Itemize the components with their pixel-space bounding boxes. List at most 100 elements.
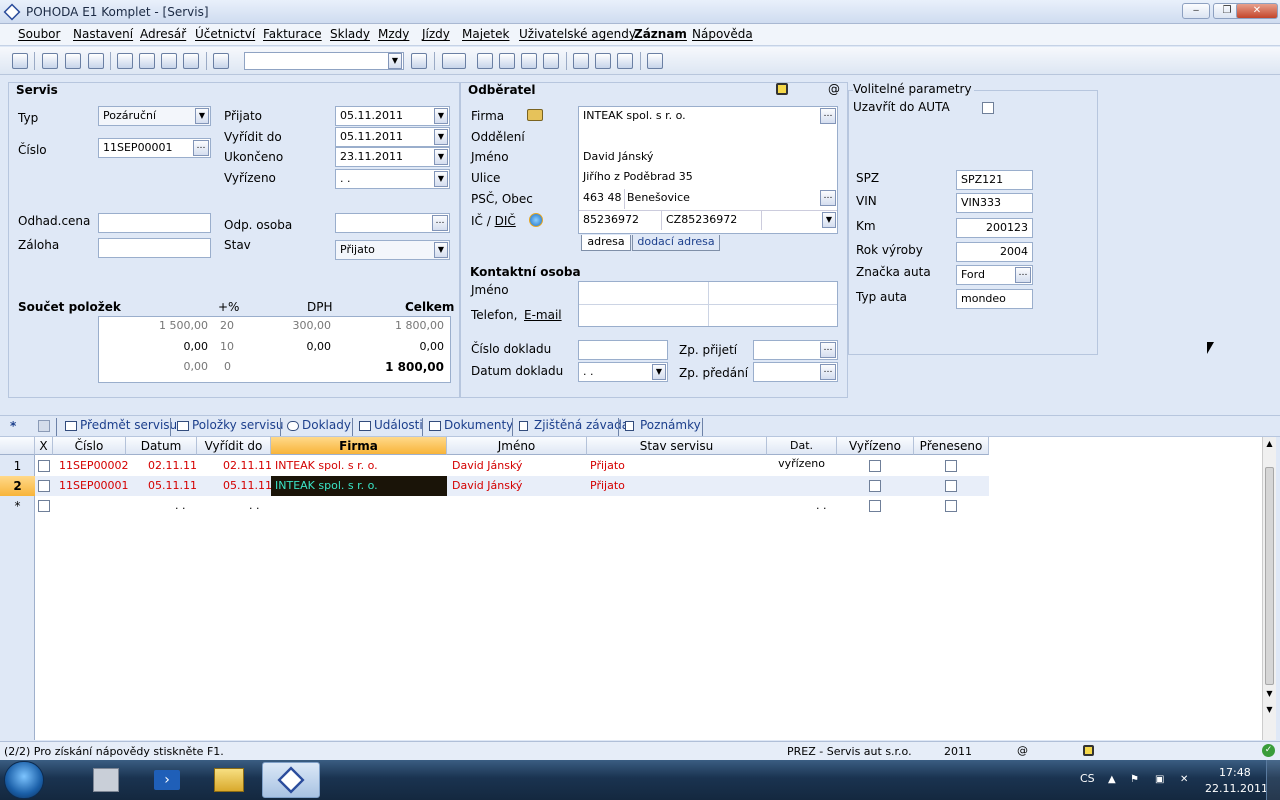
chevron-down-icon[interactable]: ▼: [822, 212, 836, 228]
column-header-datum[interactable]: Datum: [126, 437, 197, 455]
language-indicator[interactable]: CS: [1080, 772, 1095, 785]
clock-time[interactable]: 17:48: [1219, 766, 1251, 779]
vyrizeno-checkbox[interactable]: [869, 460, 881, 472]
stav-select[interactable]: Přijato ▼: [335, 240, 450, 260]
typ-auta-field[interactable]: mondeo: [956, 289, 1033, 309]
datum-dokladu-field[interactable]: . . ▼: [578, 362, 668, 382]
tab-polozky-servisu[interactable]: Položky servisu: [174, 418, 283, 436]
ellipsis-icon[interactable]: …: [432, 215, 448, 231]
edit-icon[interactable]: [139, 53, 155, 69]
folder-icon[interactable]: [442, 53, 466, 69]
tab-udalosti[interactable]: Události: [356, 418, 423, 436]
vyrizeno-checkbox[interactable]: [869, 480, 881, 492]
filter-icon[interactable]: [411, 53, 427, 69]
show-desktop-button[interactable]: [1266, 760, 1280, 800]
clock-date[interactable]: 22.11.2011: [1205, 782, 1268, 795]
scroll-top-icon[interactable]: ▲: [1263, 439, 1276, 453]
lock-icon[interactable]: [1083, 745, 1094, 756]
firma-field[interactable]: INTEAK spol. s r. o.…: [579, 107, 837, 127]
select-icon[interactable]: [12, 53, 28, 69]
oddeleni-field[interactable]: [579, 127, 837, 147]
tab-dokumenty[interactable]: Dokumenty: [426, 418, 513, 436]
print-preview-icon[interactable]: [88, 53, 104, 69]
vin-field[interactable]: VIN333: [956, 193, 1033, 213]
vyridit-date[interactable]: 05.11.2011 ▼: [335, 127, 450, 147]
minimize-button[interactable]: ‒: [1182, 3, 1210, 19]
prijato-date[interactable]: 05.11.2011 ▼: [335, 106, 450, 126]
menu-soubor[interactable]: Soubor: [18, 27, 60, 41]
save-icon[interactable]: [161, 53, 177, 69]
address-book-icon[interactable]: [527, 109, 543, 121]
row-checkbox[interactable]: [38, 460, 50, 472]
ellipsis-icon[interactable]: …: [193, 140, 209, 156]
row-number-selected[interactable]: 2: [0, 476, 35, 496]
coins-icon[interactable]: [543, 53, 559, 69]
ellipsis-icon[interactable]: …: [820, 342, 836, 358]
menu-fakturace[interactable]: Fakturace: [263, 27, 322, 41]
ellipsis-icon[interactable]: …: [820, 108, 836, 124]
spz-field[interactable]: SPZ121: [956, 170, 1033, 190]
start-button[interactable]: [4, 761, 44, 799]
message-icon[interactable]: [573, 53, 589, 69]
k-telefon-field[interactable]: [579, 305, 707, 326]
menu-uzivatelske-agendy[interactable]: Uživatelské agendy: [519, 27, 636, 41]
row-number[interactable]: 1: [0, 456, 35, 476]
menu-mzdy[interactable]: Mzdy: [378, 27, 409, 41]
uzavrit-checkbox[interactable]: [982, 102, 994, 114]
menu-napoveda[interactable]: Nápověda: [692, 27, 753, 41]
vertical-scrollbar[interactable]: ▲ ▼ ▼: [1262, 437, 1276, 740]
tab-zjistena-zavada[interactable]: Zjištěná závada: [516, 418, 629, 436]
cislo-field[interactable]: 11SEP00001…: [98, 138, 211, 158]
help-pointer-icon[interactable]: [647, 53, 663, 69]
column-header-stav-servisu[interactable]: Stav servisu: [587, 437, 767, 455]
lock-icon[interactable]: [776, 83, 788, 95]
chevron-down-icon[interactable]: ▼: [195, 108, 209, 124]
toolbar-combo[interactable]: ▼: [244, 52, 404, 70]
print-icon[interactable]: [65, 53, 81, 69]
odp-osoba-field[interactable]: …: [335, 213, 450, 233]
taskbar-app-explorer[interactable]: [200, 762, 258, 798]
show-hidden-icons-icon[interactable]: ▲: [1108, 774, 1122, 786]
psc-field[interactable]: 463 48: [579, 189, 625, 209]
record-selector-star[interactable]: *: [10, 419, 16, 433]
table-icon[interactable]: [499, 53, 515, 69]
ellipsis-icon[interactable]: …: [820, 190, 836, 206]
comment-icon[interactable]: [617, 53, 633, 69]
k-email-field[interactable]: [708, 305, 836, 326]
email-link[interactable]: E-mail: [524, 308, 562, 322]
column-header-x[interactable]: X: [35, 437, 53, 455]
taskbar-app-server[interactable]: [78, 762, 136, 798]
cislo-dokladu-field[interactable]: [578, 340, 668, 360]
table-row-selected[interactable]: 11SEP00001 05.11.11 05.11.11 INTEAK spol…: [35, 476, 989, 496]
preneseno-checkbox[interactable]: [945, 480, 957, 492]
delete-icon[interactable]: [183, 53, 199, 69]
filter-icon[interactable]: [38, 420, 50, 432]
menu-majetek[interactable]: Majetek: [462, 27, 509, 41]
scroll-bottom-icon[interactable]: ▼: [1263, 705, 1276, 719]
volume-muted-icon[interactable]: ✕: [1180, 774, 1194, 786]
preneseno-checkbox[interactable]: [945, 500, 957, 512]
menu-adresar[interactable]: Adresář: [140, 27, 186, 41]
k-jmeno-field[interactable]: [579, 282, 707, 303]
rok-vyroby-field[interactable]: 2004: [956, 242, 1033, 262]
chevron-down-icon[interactable]: ▼: [434, 242, 448, 258]
tab-poznamky[interactable]: Poznámky: [622, 418, 701, 436]
ic-field[interactable]: 85236972: [579, 210, 662, 230]
table-row-new[interactable]: . . . . . .: [35, 496, 989, 516]
k-prijmeni-field[interactable]: [708, 282, 836, 303]
scroll-down-icon[interactable]: ▼: [1263, 689, 1276, 703]
list-icon[interactable]: [595, 53, 611, 69]
preneseno-checkbox[interactable]: [945, 460, 957, 472]
menu-jizdy[interactable]: Jízdy: [422, 27, 450, 41]
tag-icon[interactable]: [477, 53, 493, 69]
menu-zaznam[interactable]: Záznam: [634, 27, 687, 41]
copy-icon[interactable]: [42, 53, 58, 69]
cell-firma-focused[interactable]: INTEAK spol. s r. o.: [271, 476, 447, 496]
flag-icon[interactable]: ⚑: [1130, 774, 1144, 786]
zp-prijeti-field[interactable]: …: [753, 340, 838, 360]
zaloha-field[interactable]: [98, 238, 211, 258]
typ-select[interactable]: Pozáruční ▼: [98, 106, 211, 126]
dic-field[interactable]: CZ85236972: [662, 210, 762, 230]
column-header-dat-vyrizeno[interactable]: Dat. vyřízeno: [767, 437, 837, 470]
duplicate-icon[interactable]: [213, 53, 229, 69]
